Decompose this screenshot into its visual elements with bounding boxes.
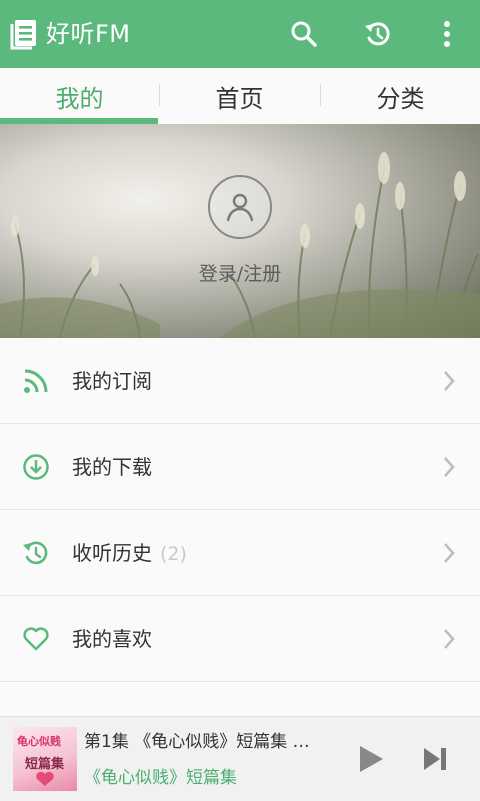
app-bar: 好听FM bbox=[0, 0, 480, 68]
cover-subtitle: 短篇集 bbox=[25, 757, 65, 772]
album-title: 《龟心似贱》短篇集 bbox=[84, 768, 237, 788]
history-icon bbox=[23, 541, 48, 565]
episode-title: 第1集 《龟心似贱》短篇集 爱的... bbox=[84, 732, 326, 752]
download-icon bbox=[23, 454, 49, 480]
more-button[interactable] bbox=[432, 18, 462, 50]
mini-player[interactable]: 龟心似贱 短篇集 第1集 《龟心似贱》短篇集 爱的... 《龟心似贱》短篇集 bbox=[0, 716, 480, 801]
tab-home[interactable]: 首页 bbox=[160, 68, 319, 124]
tab-category[interactable]: 分类 bbox=[321, 68, 480, 124]
list-icon[interactable] bbox=[10, 18, 38, 50]
history-icon bbox=[365, 22, 390, 46]
search-icon bbox=[291, 21, 317, 47]
history-button[interactable] bbox=[363, 18, 393, 50]
play-button[interactable] bbox=[354, 742, 388, 776]
more-vert-icon bbox=[444, 21, 450, 47]
menu-label: 我的下载 bbox=[72, 455, 152, 479]
user-icon bbox=[226, 193, 254, 222]
chevron-right-icon bbox=[444, 629, 455, 649]
menu-label: 我的喜欢 bbox=[72, 627, 152, 651]
cover-title: 龟心似贱 bbox=[17, 735, 61, 748]
avatar-button[interactable] bbox=[208, 175, 272, 239]
menu-label: 收听历史 (2) bbox=[72, 541, 187, 565]
menu-list: 我的订阅 我的下载 收听历史 (2) 我的喜欢 bbox=[0, 338, 480, 682]
tab-mine[interactable]: 我的 bbox=[0, 68, 159, 124]
chevron-right-icon bbox=[444, 371, 455, 391]
profile-banner: 登录/注册 bbox=[0, 124, 480, 338]
cover-heart-icon bbox=[36, 771, 54, 786]
rss-icon bbox=[24, 369, 48, 393]
heart-icon bbox=[23, 627, 49, 651]
album-cover[interactable]: 龟心似贱 短篇集 bbox=[13, 727, 77, 791]
menu-item-favorites[interactable]: 我的喜欢 bbox=[0, 596, 480, 682]
chevron-right-icon bbox=[444, 457, 455, 477]
skip-next-icon bbox=[424, 748, 446, 770]
chevron-right-icon bbox=[444, 543, 455, 563]
menu-label: 我的订阅 bbox=[72, 369, 152, 393]
play-icon bbox=[360, 746, 383, 772]
tab-bar: 我的 首页 分类 bbox=[0, 68, 480, 125]
history-count: (2) bbox=[160, 543, 187, 565]
menu-item-history[interactable]: 收听历史 (2) bbox=[0, 510, 480, 596]
menu-item-downloads[interactable]: 我的下载 bbox=[0, 424, 480, 510]
next-button[interactable] bbox=[418, 742, 452, 776]
login-register-link[interactable]: 登录/注册 bbox=[0, 259, 480, 286]
app-title: 好听FM bbox=[46, 20, 131, 48]
search-button[interactable] bbox=[289, 18, 319, 50]
menu-item-subscriptions[interactable]: 我的订阅 bbox=[0, 338, 480, 424]
